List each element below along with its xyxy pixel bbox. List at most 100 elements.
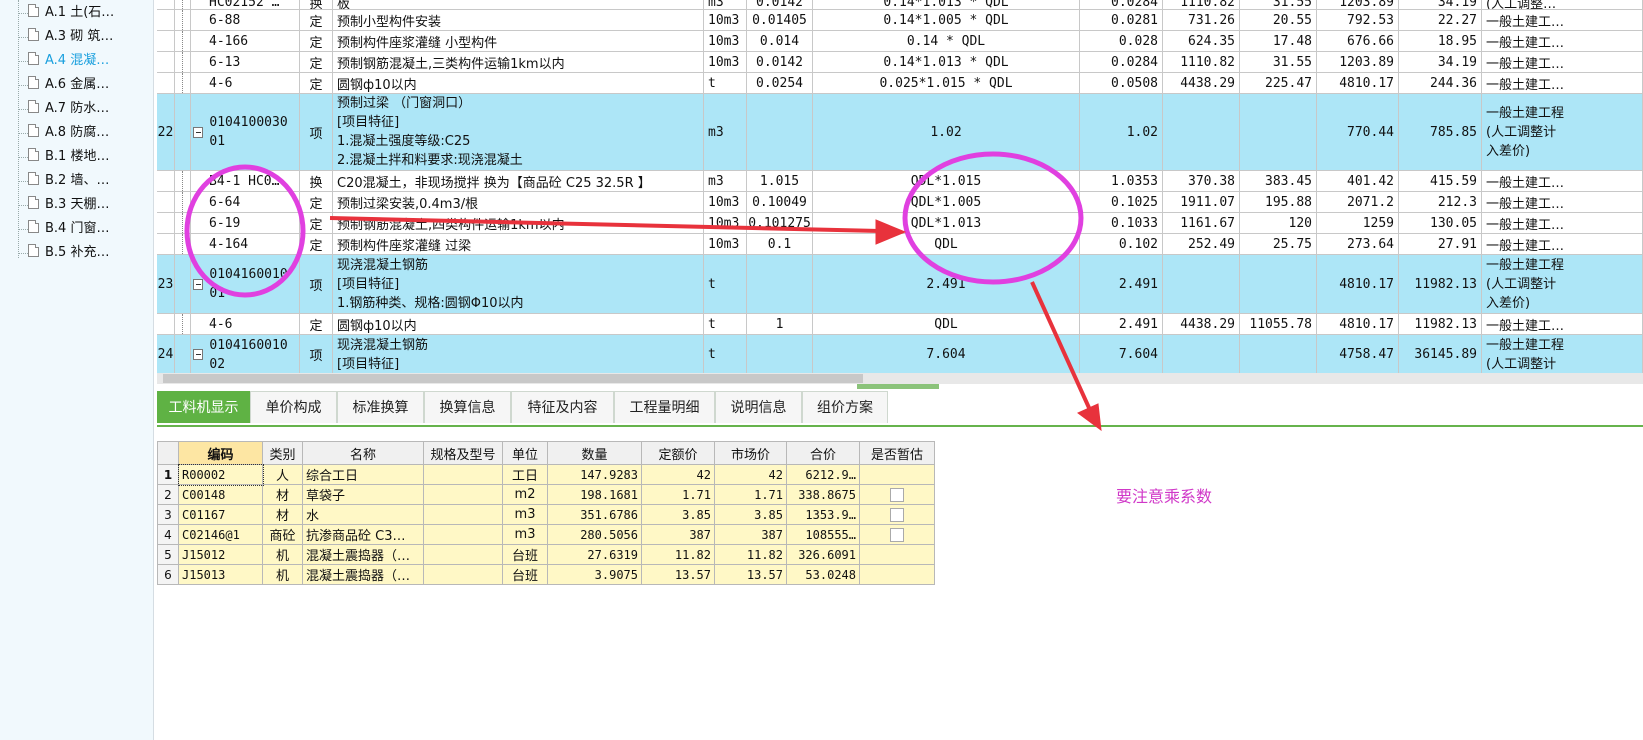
cell-code[interactable]: J15012 <box>178 544 263 565</box>
tree-item[interactable]: B.3 天棚… <box>28 194 109 216</box>
cell-spec[interactable]: 一般土建工… <box>1482 73 1643 94</box>
tree-item[interactable]: B.2 墙、… <box>28 170 109 192</box>
tab-5[interactable]: 特征及内容 <box>511 391 614 423</box>
cell-unit[interactable]: m3 <box>502 524 548 545</box>
bill-item-row[interactable]: 23 010416001001 项现浇混凝土钢筋 [项目特征] 1.钢筋种类、规格:… <box>157 255 1643 314</box>
cell-name[interactable]: 预制过梁 （门窗洞口） [项目特征] 1.混凝土强度等级:C25 2.混凝土拌和… <box>333 94 704 171</box>
cell-provisional[interactable] <box>859 524 935 545</box>
cell-p1[interactable]: 1161.67 <box>1163 213 1240 234</box>
cell-price[interactable]: 3.85 <box>641 504 715 525</box>
cell-type[interactable]: 项 <box>300 255 333 314</box>
cell-type[interactable]: 定 <box>300 213 333 234</box>
cell-expr[interactable]: 0.025*1.015 * QDL <box>813 73 1080 94</box>
cell-provisional[interactable] <box>859 504 935 525</box>
quota-row[interactable]: 6-19 定预制钢筋混凝土,四类构件运输1km以内 10m3 0.101275 QDL*… <box>157 213 1643 234</box>
cell-qty[interactable]: 0.0254 <box>747 73 813 94</box>
cell-code[interactable]: 010416001002 <box>191 335 300 375</box>
cell-type[interactable]: 定 <box>300 73 333 94</box>
cell-spec[interactable]: 一般土建工程 (人工调整计 <box>1482 335 1643 375</box>
cell-code[interactable]: HC02152 … <box>191 0 300 10</box>
cell-type[interactable]: 定 <box>300 192 333 213</box>
tree-item[interactable]: A.8 防腐… <box>28 122 109 144</box>
cell-p4[interactable]: 212.3 <box>1399 192 1482 213</box>
cell-type[interactable]: 定 <box>300 234 333 255</box>
cell-total[interactable]: 338.8675 <box>786 484 860 505</box>
cell-name[interactable]: 草袋子 <box>302 484 424 505</box>
cell-unit[interactable]: m3 <box>704 94 747 171</box>
cell-provisional[interactable] <box>859 484 935 505</box>
tab-2[interactable]: 单价构成 <box>250 391 337 423</box>
cell-amount[interactable]: 7.604 <box>1080 335 1163 375</box>
cell-unit[interactable]: 10m3 <box>704 213 747 234</box>
cell-total[interactable]: 1353.9… <box>786 504 860 525</box>
cell-spec[interactable]: 一般土建工… <box>1482 52 1643 73</box>
cell-code[interactable]: 4-166 <box>191 31 300 52</box>
cell-spec[interactable]: 一般土建工… <box>1482 192 1643 213</box>
cell-spec[interactable]: 一般土建工程 (人工调整计 入差价) <box>1482 94 1643 171</box>
cell-p3[interactable]: 676.66 <box>1317 31 1399 52</box>
resource-row[interactable]: 1 R00002 人综合工日 工日 147.9283 42 42 6212.9… <box>157 463 935 486</box>
cell-p3[interactable]: 792.53 <box>1317 10 1399 31</box>
col-header-quota-price[interactable]: 定额价 <box>641 441 715 465</box>
provisional-checkbox[interactable] <box>890 487 904 502</box>
cell-total[interactable]: 108555… <box>786 524 860 545</box>
cell-p4[interactable]: 36145.89 <box>1399 335 1482 375</box>
cell-code[interactable]: 4-164 <box>191 234 300 255</box>
cell-p2[interactable]: 383.45 <box>1240 171 1317 192</box>
tab-4[interactable]: 换算信息 <box>424 391 511 423</box>
cell-name[interactable]: 预制过梁安装,0.4m3/根 <box>333 192 704 213</box>
bill-item-row[interactable]: 24 010416001002 项现浇混凝土钢筋 [项目特征] t 7.604 7.604… <box>157 335 1643 375</box>
cell-p3[interactable]: 1259 <box>1317 213 1399 234</box>
cell-total[interactable]: 326.6091 <box>786 544 860 565</box>
cell-qty[interactable]: 0.1 <box>747 234 813 255</box>
cell-price[interactable]: 13.57 <box>641 564 715 585</box>
collapse-icon[interactable] <box>193 126 204 138</box>
cell-market[interactable]: 11.82 <box>714 544 787 565</box>
cell-code[interactable]: J15013 <box>178 564 263 585</box>
cell-qty[interactable] <box>747 255 813 314</box>
cell-name[interactable]: 圆钢ф10以内 <box>333 314 704 335</box>
bill-item-row[interactable]: 22 010410003001 项预制过梁 （门窗洞口） [项目特征] 1.混凝土强… <box>157 94 1643 171</box>
cell-name[interactable]: C20混凝土，非现场搅拌 换为【商品砼 C25 32.5R 】 <box>333 171 704 192</box>
cell-expr[interactable]: 0.14*1.013 * QDL <box>813 52 1080 73</box>
tree-item[interactable]: B.1 楼地… <box>28 146 109 168</box>
cell-p4[interactable]: 22.27 <box>1399 10 1482 31</box>
quota-row[interactable]: 4-6 定圆钢ф10以内 t 0.0254 0.025*1.015 * QDL 0.050… <box>157 73 1643 94</box>
cell-price[interactable]: 387 <box>641 524 715 545</box>
cell-price[interactable]: 1.71 <box>641 484 715 505</box>
cell-provisional[interactable] <box>859 464 935 485</box>
cell-spec[interactable]: (人工调整… <box>1482 0 1643 10</box>
cell-p1[interactable]: 4438.29 <box>1163 73 1240 94</box>
cell-amount[interactable]: 2.491 <box>1080 255 1163 314</box>
cell-name[interactable]: 预制钢筋混凝土,三类构件运输1km以内 <box>333 52 704 73</box>
tree-item[interactable]: A.1 土(石… <box>28 2 114 24</box>
cell-amount[interactable]: 1.02 <box>1080 94 1163 171</box>
cell-name[interactable]: 板 <box>333 0 704 10</box>
cell-p3[interactable]: 273.64 <box>1317 234 1399 255</box>
cell-code[interactable]: 6-64 <box>191 192 300 213</box>
cell-p4[interactable]: 11982.13 <box>1399 314 1482 335</box>
cell-spec[interactable] <box>423 524 503 545</box>
cell-type[interactable]: 定 <box>300 10 333 31</box>
cell-type[interactable]: 换 <box>300 0 333 10</box>
cell-amount[interactable]: 0.0281 <box>1080 10 1163 31</box>
cell-qty[interactable]: 0.101275 <box>747 213 813 234</box>
cell-qty[interactable]: 0.0142 <box>747 0 813 10</box>
tab-7[interactable]: 说明信息 <box>715 391 802 423</box>
cell-expr[interactable]: QDL <box>813 234 1080 255</box>
cell-market[interactable]: 13.57 <box>714 564 787 585</box>
cell-p4[interactable]: 244.36 <box>1399 73 1482 94</box>
cell-p1[interactable]: 1911.07 <box>1163 192 1240 213</box>
col-header-code[interactable]: 编码 <box>178 441 263 465</box>
cell-spec[interactable]: 一般土建工… <box>1482 10 1643 31</box>
cell-spec[interactable] <box>423 504 503 525</box>
cell-expr[interactable]: 0.14*1.005 * QDL <box>813 10 1080 31</box>
quota-row[interactable]: B4-1 HC0… 换 C20混凝土，非现场搅拌 换为【商品砼 C25 32.5R … <box>157 171 1643 192</box>
cell-unit[interactable]: 台班 <box>502 564 548 585</box>
cell-spec[interactable] <box>423 544 503 565</box>
cell-p4[interactable]: 11982.13 <box>1399 255 1482 314</box>
tree-item[interactable]: A.4 混凝… <box>28 50 109 72</box>
cell-code[interactable]: 6-88 <box>191 10 300 31</box>
cell-type[interactable]: 定 <box>300 314 333 335</box>
cell-p1[interactable] <box>1163 335 1240 375</box>
